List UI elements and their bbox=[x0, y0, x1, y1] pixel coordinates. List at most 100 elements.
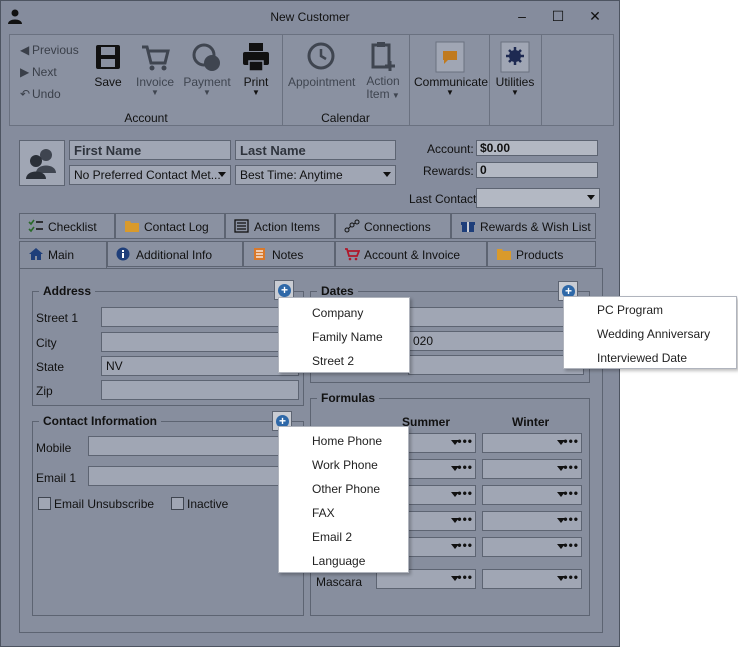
first-name-input[interactable]: First Name bbox=[69, 140, 231, 160]
tab-additional-info-label: Additional Info bbox=[136, 248, 213, 262]
last-contact-select[interactable] bbox=[476, 188, 600, 208]
menu-item-work-phone[interactable]: Work Phone bbox=[312, 458, 378, 472]
payment-button[interactable]: Payment ▼ bbox=[182, 41, 232, 97]
summer-column-header: Summer bbox=[402, 415, 451, 429]
menu-item-fax[interactable]: FAX bbox=[312, 506, 335, 520]
tab-products[interactable]: Products bbox=[487, 241, 596, 267]
utilities-button[interactable]: Utilities ▼ bbox=[494, 41, 536, 97]
tab-notes-label: Notes bbox=[272, 248, 304, 262]
close-button[interactable]: ✕ bbox=[584, 7, 606, 25]
invoice-button[interactable]: Invoice ▼ bbox=[132, 41, 178, 97]
mobile-input[interactable] bbox=[88, 436, 299, 456]
connections-icon bbox=[344, 219, 360, 233]
undo-button[interactable]: ↶ Undo bbox=[20, 87, 61, 101]
previous-button[interactable]: ◀ Previous bbox=[20, 43, 79, 57]
more-icon: ••• bbox=[563, 570, 579, 584]
winter-select-3[interactable]: ••• bbox=[482, 485, 582, 505]
tab-contact-log[interactable]: Contact Log bbox=[115, 213, 225, 239]
maximize-button[interactable]: ☐ bbox=[547, 7, 569, 25]
state-input[interactable]: NV bbox=[101, 356, 299, 376]
contacts-icon bbox=[26, 149, 56, 179]
coins-icon bbox=[192, 43, 220, 71]
winter-select-1[interactable]: ••• bbox=[482, 433, 582, 453]
save-button[interactable]: Save bbox=[90, 41, 126, 89]
tab-account-invoice[interactable]: Account & Invoice bbox=[335, 241, 487, 267]
date-input-1[interactable] bbox=[408, 307, 584, 327]
action-item-button[interactable]: Action Item ▼ bbox=[360, 41, 406, 101]
email1-label: Email 1 bbox=[36, 471, 77, 485]
chevron-down-icon bbox=[587, 195, 595, 200]
dates-add-field-menu: PC Program Wedding Anniversary Interview… bbox=[563, 296, 737, 369]
arrow-left-icon: ◀ bbox=[20, 43, 30, 57]
account-value: $0.00 bbox=[476, 140, 598, 156]
previous-label: Previous bbox=[32, 43, 79, 57]
tab-contact-log-label: Contact Log bbox=[144, 220, 209, 234]
best-time-select[interactable]: Best Time: Anytime bbox=[235, 165, 396, 185]
print-label: Print bbox=[243, 75, 269, 89]
arrow-right-icon: ▶ bbox=[20, 65, 30, 79]
printer-icon bbox=[243, 43, 269, 72]
winter-select-4[interactable]: ••• bbox=[482, 511, 582, 531]
communicate-button[interactable]: Communicate ▼ bbox=[414, 41, 489, 97]
last-name-input[interactable]: Last Name bbox=[235, 140, 396, 160]
tab-checklist[interactable]: Checklist bbox=[19, 213, 115, 239]
payment-label: Payment bbox=[183, 75, 231, 89]
menu-item-email2[interactable]: Email 2 bbox=[312, 530, 352, 544]
appointment-button[interactable]: Appointment bbox=[288, 41, 355, 89]
list-icon bbox=[234, 219, 249, 233]
zip-input[interactable] bbox=[101, 380, 299, 400]
save-icon bbox=[96, 45, 120, 69]
city-select[interactable] bbox=[101, 332, 299, 352]
menu-item-language[interactable]: Language bbox=[312, 554, 365, 568]
menu-item-home-phone[interactable]: Home Phone bbox=[312, 434, 382, 448]
minimize-button[interactable]: – bbox=[511, 7, 533, 25]
email1-input[interactable] bbox=[88, 466, 299, 486]
menu-item-street2[interactable]: Street 2 bbox=[312, 354, 354, 368]
chat-icon bbox=[435, 41, 465, 73]
menu-item-other-phone[interactable]: Other Phone bbox=[312, 482, 380, 496]
winter-select-2[interactable]: ••• bbox=[482, 459, 582, 479]
tab-checklist-label: Checklist bbox=[48, 220, 97, 234]
contact-method-select[interactable]: No Preferred Contact Met... bbox=[69, 165, 231, 185]
inactive-checkbox[interactable] bbox=[171, 497, 184, 510]
menu-item-family-name[interactable]: Family Name bbox=[312, 330, 383, 344]
clipboard-add-icon bbox=[371, 42, 395, 71]
contact-info-legend: Contact Information bbox=[39, 414, 161, 428]
tab-action-items[interactable]: Action Items bbox=[225, 213, 335, 239]
date-input-3[interactable] bbox=[408, 355, 584, 375]
account-group-label: Account bbox=[124, 111, 168, 125]
street1-input[interactable] bbox=[101, 307, 299, 327]
date-input-2[interactable]: 020 bbox=[408, 331, 584, 351]
tab-rewards-wish-list[interactable]: Rewards & Wish List bbox=[451, 213, 596, 239]
more-icon: ••• bbox=[563, 538, 579, 552]
communicate-label: Communicate bbox=[414, 75, 489, 89]
mobile-label: Mobile bbox=[36, 441, 72, 455]
group-separator bbox=[489, 35, 490, 125]
menu-item-wedding-anniversary[interactable]: Wedding Anniversary bbox=[597, 327, 710, 341]
action-item-label-line1: Action bbox=[366, 74, 400, 88]
account-label: Account: bbox=[427, 142, 474, 156]
winter-select-5[interactable]: ••• bbox=[482, 537, 582, 557]
menu-item-interviewed-date[interactable]: Interviewed Date bbox=[597, 351, 687, 365]
chevron-down-icon: ▼ bbox=[446, 88, 454, 97]
menu-item-pc-program[interactable]: PC Program bbox=[597, 303, 663, 317]
email-unsubscribe-checkbox[interactable] bbox=[38, 497, 51, 510]
winter-select-mascara[interactable]: ••• bbox=[482, 569, 582, 589]
tab-additional-info[interactable]: Additional Info bbox=[107, 241, 243, 267]
avatar[interactable] bbox=[19, 140, 65, 186]
print-button[interactable]: Print ▼ bbox=[236, 41, 276, 97]
state-label: State bbox=[36, 360, 65, 374]
menu-item-company[interactable]: Company bbox=[312, 306, 363, 320]
zip-label: Zip bbox=[36, 384, 53, 398]
tab-notes[interactable]: Notes bbox=[243, 241, 335, 267]
group-separator bbox=[541, 35, 542, 125]
tab-main[interactable]: Main bbox=[19, 241, 107, 269]
more-icon: ••• bbox=[563, 512, 579, 526]
chevron-down-icon bbox=[218, 172, 226, 177]
folder-icon bbox=[497, 249, 511, 260]
next-button[interactable]: ▶ Next bbox=[20, 65, 57, 79]
gear-icon bbox=[500, 41, 530, 73]
contact-method-value: No Preferred Contact Met... bbox=[74, 168, 221, 182]
tab-connections[interactable]: Connections bbox=[335, 213, 451, 239]
chevron-down-icon: ▼ bbox=[511, 88, 519, 97]
